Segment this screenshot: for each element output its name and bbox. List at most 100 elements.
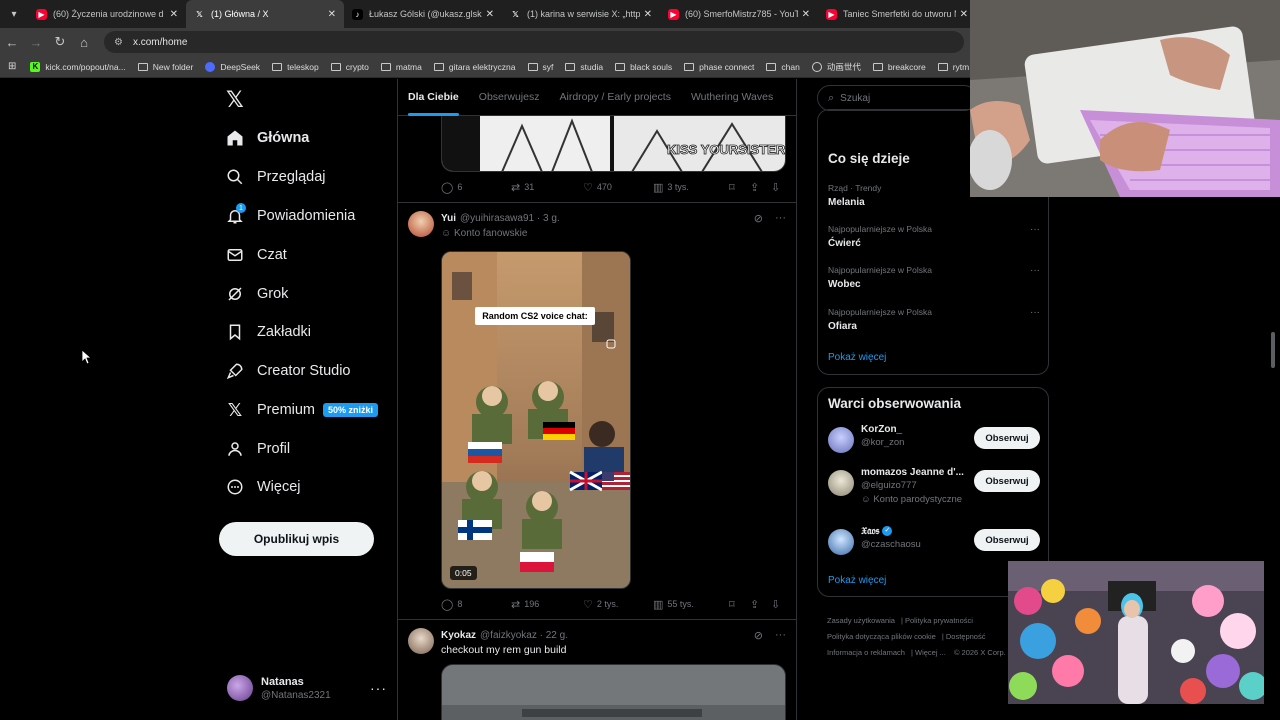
- tab-for-you[interactable]: Dla Ciebie: [398, 79, 469, 116]
- bookmark-site[interactable]: 动画世代: [811, 61, 861, 73]
- nav-notifications[interactable]: 1 Powiadomienia: [218, 201, 355, 231]
- browser-tab[interactable]: ♪ Łukasz Gólski (@ukasz.glski2) | ✕: [344, 0, 502, 28]
- browser-tab-active[interactable]: 𝕏 (1) Główna / X ✕: [186, 0, 344, 28]
- suggested-account[interactable]: 𝔛𝔞𝔬𝔰 ✓ @czaschaosu Obserwuj: [828, 526, 1040, 560]
- close-icon[interactable]: ✕: [170, 9, 178, 20]
- footer-link[interactable]: Polityka prywatności: [905, 616, 973, 625]
- bookmark-folder[interactable]: crypto: [330, 62, 369, 72]
- avatar[interactable]: [408, 628, 434, 654]
- bookmark-folder[interactable]: chan: [766, 62, 800, 72]
- suggested-account[interactable]: momazos Jeanne d'... @elguizo777 ☺ Konto…: [828, 467, 1040, 505]
- share-button[interactable]: ⇪: [750, 181, 771, 194]
- more-dots-icon[interactable]: ···: [775, 212, 786, 225]
- close-icon[interactable]: ✕: [960, 9, 968, 20]
- trends-show-more-link[interactable]: Pokaż więcej: [828, 352, 886, 363]
- apps-icon[interactable]: ⊞: [8, 61, 16, 72]
- follow-button[interactable]: Obserwuj: [974, 427, 1040, 449]
- bookmark-deepseek[interactable]: DeepSeek: [205, 61, 260, 72]
- back-icon[interactable]: ←: [0, 35, 24, 50]
- url-input[interactable]: ⚙ x.com/home: [104, 31, 964, 53]
- grok-icon[interactable]: ⊘: [754, 212, 763, 225]
- nav-home[interactable]: Główna: [218, 123, 309, 153]
- scrollbar-thumb[interactable]: [1271, 332, 1275, 368]
- browser-tab[interactable]: ▶ (60) SmerfoMistrz785 - YouTub ✕: [660, 0, 818, 28]
- browser-tab[interactable]: ▶ (60) Życzenia urodzinowe d ✕: [28, 0, 186, 28]
- footer-link[interactable]: Zasady użytkowania: [827, 616, 895, 625]
- bookmark-folder[interactable]: matma: [380, 62, 422, 72]
- grok-icon[interactable]: ⊘: [754, 629, 763, 642]
- bookmark-button[interactable]: ⌑: [729, 181, 750, 194]
- reload-icon[interactable]: ↻: [48, 34, 72, 50]
- close-icon[interactable]: ✕: [486, 9, 494, 20]
- footer-link[interactable]: Więcej ...: [915, 648, 946, 657]
- follow-button[interactable]: Obserwuj: [974, 470, 1040, 492]
- tab-wuthering-waves[interactable]: Wuthering Waves: [681, 79, 783, 116]
- footer-link[interactable]: Dostępność: [946, 632, 986, 641]
- bookmark-folder[interactable]: syf: [527, 62, 553, 72]
- tab-search-button[interactable]: ▾: [0, 0, 28, 28]
- more-dots-icon[interactable]: ···: [370, 680, 387, 696]
- trend-item[interactable]: Najpopularniejsze w Polska Ofiara ···: [828, 307, 1040, 332]
- more-dots-icon[interactable]: ···: [1030, 224, 1040, 235]
- search-input[interactable]: ⌕ Szukaj: [817, 85, 977, 111]
- more-dots-icon[interactable]: ···: [775, 629, 786, 642]
- post-button[interactable]: Opublikuj wpis: [219, 522, 374, 556]
- author-name[interactable]: Kyokaz: [441, 630, 476, 641]
- close-icon[interactable]: ✕: [802, 9, 810, 20]
- like-button[interactable]: ♡ 470: [583, 181, 653, 194]
- nav-grok[interactable]: Grok: [218, 279, 288, 309]
- tweet-video[interactable]: [441, 664, 786, 720]
- browser-tab[interactable]: 𝕏 (1) karina w serwisie X: „https:/ ✕: [502, 0, 660, 28]
- forward-icon[interactable]: →: [24, 35, 48, 50]
- download-button[interactable]: ⇩: [771, 598, 786, 611]
- author-handle[interactable]: @yuihirasawa91: [460, 213, 534, 224]
- author-handle[interactable]: @faizkyokaz: [480, 630, 537, 641]
- views-button[interactable]: ▥ 55 tys.: [653, 598, 729, 611]
- footer-link[interactable]: Informacja o reklamach: [827, 648, 905, 657]
- bookmark-folder[interactable]: breakcore: [872, 62, 926, 72]
- download-button[interactable]: ⇩: [771, 181, 786, 194]
- bookmark-kick[interactable]: Kkick.com/popout/na...: [30, 61, 126, 72]
- who-show-more-link[interactable]: Pokaż więcej: [828, 575, 886, 586]
- trend-item[interactable]: Najpopularniejsze w Polska Wobec ···: [828, 265, 1040, 290]
- bookmark-button[interactable]: ⌑: [729, 598, 750, 611]
- nav-premium[interactable]: 𝕏 Premium 50% zniżki: [218, 395, 379, 425]
- site-settings-icon[interactable]: ⚙: [114, 37, 123, 48]
- bookmark-folder[interactable]: New folder: [137, 62, 193, 72]
- views-button[interactable]: ▥ 3 tys.: [653, 181, 729, 194]
- tweet-video[interactable]: Random CS2 voice chat: 0:05: [441, 251, 631, 589]
- nav-more[interactable]: Więcej: [218, 472, 301, 502]
- close-icon[interactable]: ✕: [328, 9, 336, 20]
- bookmark-folder[interactable]: teleskop: [272, 62, 319, 72]
- nav-explore[interactable]: Przeglądaj: [218, 162, 326, 192]
- footer-link[interactable]: Polityka dotycząca plików cookie: [827, 632, 936, 641]
- suggested-account[interactable]: KorZon_ @kor_zon Obserwuj: [828, 424, 1040, 458]
- like-button[interactable]: ♡ 2 tys.: [583, 598, 653, 611]
- close-icon[interactable]: ✕: [644, 9, 652, 20]
- reply-button[interactable]: ◯ 6: [441, 181, 511, 194]
- home-icon[interactable]: ⌂: [72, 35, 96, 50]
- tab-following[interactable]: Obserwujesz: [469, 79, 550, 116]
- tweet-time[interactable]: 22 g.: [546, 630, 568, 641]
- bookmark-folder[interactable]: black souls: [615, 62, 672, 72]
- more-dots-icon[interactable]: ···: [1030, 307, 1040, 318]
- follow-button[interactable]: Obserwuj: [974, 529, 1040, 551]
- bookmark-folder[interactable]: gitara elektryczna: [433, 62, 516, 72]
- nav-bookmarks[interactable]: Zakładki: [218, 317, 311, 347]
- share-button[interactable]: ⇪: [750, 598, 771, 611]
- more-dots-icon[interactable]: ···: [1030, 265, 1040, 276]
- bookmark-folder[interactable]: rytm: [937, 62, 969, 72]
- tweet-time[interactable]: 3 g.: [543, 213, 560, 224]
- browser-tab[interactable]: ▶ Taniec Smerfetki do utworu My ✕: [818, 0, 976, 28]
- avatar[interactable]: [408, 211, 434, 237]
- nav-chat[interactable]: Czat: [218, 240, 287, 270]
- repost-button[interactable]: ⇄ 31: [511, 181, 583, 194]
- bookmark-folder[interactable]: studia: [565, 62, 603, 72]
- tab-airdrops[interactable]: Airdropy / Early projects: [549, 79, 680, 116]
- account-switcher[interactable]: Natanas @Natanas2321 ···: [227, 673, 387, 703]
- repost-button[interactable]: ⇄ 196: [511, 598, 583, 611]
- reply-button[interactable]: ◯ 8: [441, 598, 511, 611]
- x-logo-icon[interactable]: 𝕏: [226, 87, 244, 113]
- tweet-image[interactable]: KISS YOURSISTER: [441, 116, 786, 172]
- bookmark-folder[interactable]: phase connect: [684, 62, 754, 72]
